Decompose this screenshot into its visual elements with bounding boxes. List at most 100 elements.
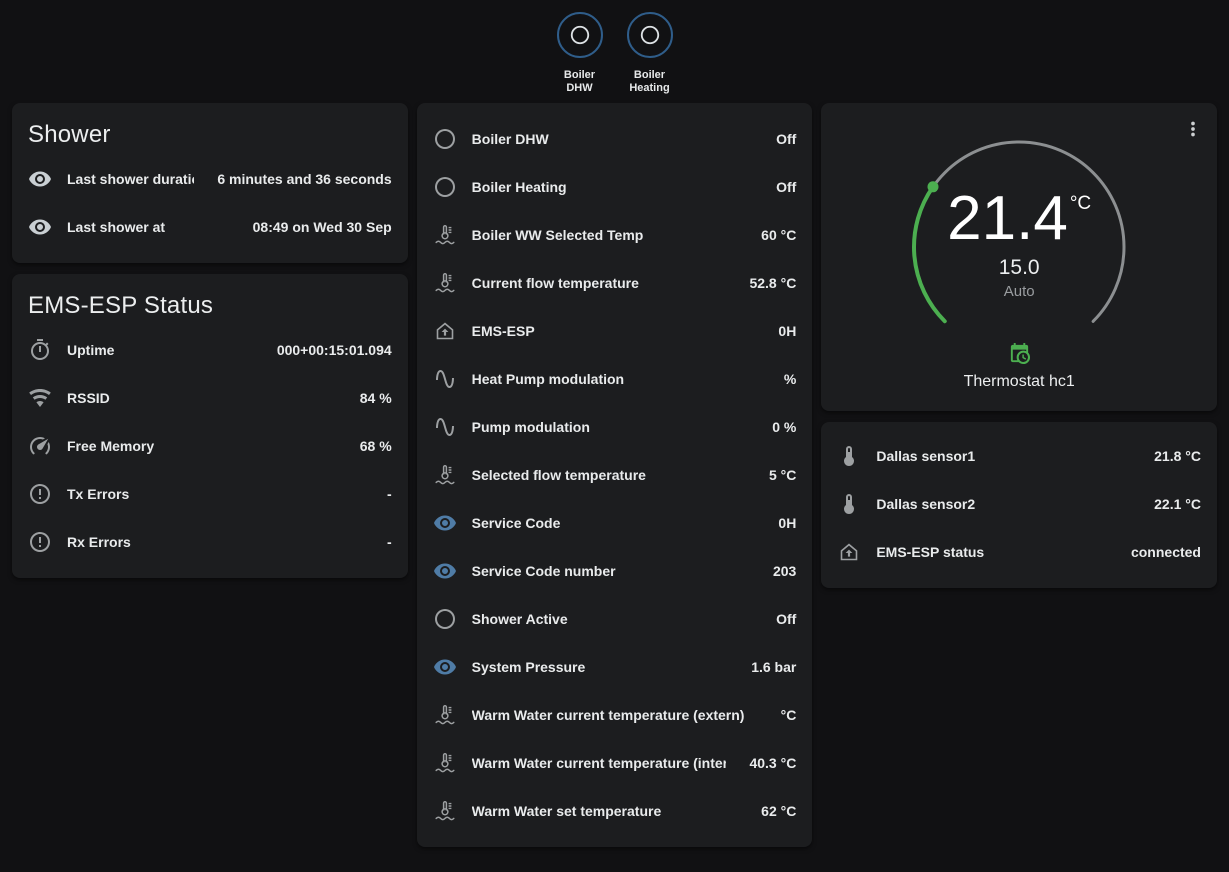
entity-row-ww-current-temp-intern[interactable]: Warm Water current temperature (intern) … — [433, 739, 797, 787]
entity-row-rx-errors[interactable]: Rx Errors - — [28, 518, 392, 566]
entity-value: - — [387, 486, 392, 502]
thermostat-card: 21.4 °C 15.0 Auto Thermostat hc1 — [821, 103, 1217, 411]
thermostat-gauge[interactable]: 21.4 °C 15.0 Auto — [901, 129, 1137, 370]
entity-label: EMS-ESP — [472, 323, 756, 339]
entity-value: 08:49 on Wed 30 Sep — [253, 219, 392, 235]
entity-value: 6 minutes and 36 seconds — [217, 171, 391, 187]
entity-row-tx-errors[interactable]: Tx Errors - — [28, 470, 392, 518]
circle-outline-icon — [627, 12, 673, 58]
thermometer-water-icon — [433, 799, 457, 823]
entity-label: Service Code — [472, 515, 756, 531]
entity-value: 52.8 °C — [749, 275, 796, 291]
entity-label: Free Memory — [67, 438, 337, 454]
entity-label: Pump modulation — [472, 419, 750, 435]
entity-value: 60 °C — [761, 227, 796, 243]
gauge-icon — [28, 434, 52, 458]
entity-label: Current flow temperature — [472, 275, 727, 291]
entity-value: 62 °C — [761, 803, 796, 819]
entity-row-pump-modulation[interactable]: Pump modulation 0 % — [433, 403, 797, 451]
boiler-heating-button[interactable]: Boiler Heating — [621, 12, 679, 95]
boiler-dhw-button[interactable]: Boiler DHW — [551, 12, 609, 95]
thermometer-icon — [837, 492, 861, 516]
eye-icon — [28, 167, 52, 191]
entity-row-boiler-ww-selected-temp[interactable]: Boiler WW Selected Temp 60 °C — [433, 211, 797, 259]
entity-value: 1.6 bar — [751, 659, 796, 675]
thermometer-water-icon — [433, 751, 457, 775]
entity-row-boiler-heating[interactable]: Boiler Heating Off — [433, 163, 797, 211]
entity-row-service-code[interactable]: Service Code 0H — [433, 499, 797, 547]
dashboard-grid: Shower Last shower duration 6 minutes an… — [12, 103, 1217, 847]
thermostat-menu-button[interactable] — [1175, 111, 1211, 147]
circle-outline-icon — [433, 607, 457, 631]
entity-row-heat-pump-modulation[interactable]: Heat Pump modulation % — [433, 355, 797, 403]
thermometer-water-icon — [433, 223, 457, 247]
dashboard: Boiler DHW Boiler Heating Shower Last sh… — [0, 0, 1229, 847]
entity-row-current-flow-temperature[interactable]: Current flow temperature 52.8 °C — [433, 259, 797, 307]
entity-label: Selected flow temperature — [472, 467, 746, 483]
entity-row-dallas-sensor2[interactable]: Dallas sensor2 22.1 °C — [837, 480, 1201, 528]
entity-label: Rx Errors — [67, 534, 364, 550]
entity-row-free-memory[interactable]: Free Memory 68 % — [28, 422, 392, 470]
entity-value: connected — [1131, 544, 1201, 560]
shower-card-title: Shower — [28, 111, 392, 155]
dial-track — [901, 129, 1137, 365]
entity-value: 203 — [773, 563, 796, 579]
home-export-icon — [433, 319, 457, 343]
entity-row-ems-esp[interactable]: EMS-ESP 0H — [433, 307, 797, 355]
entity-value: 0H — [778, 323, 796, 339]
thermometer-water-icon — [433, 703, 457, 727]
entity-value: - — [387, 534, 392, 550]
home-export-icon — [837, 540, 861, 564]
entity-row-ww-set-temperature[interactable]: Warm Water set temperature 62 °C — [433, 787, 797, 835]
boiler-entities-card: Boiler DHW Off Boiler Heating Off Boiler… — [417, 103, 813, 847]
entity-row-last-shower-at[interactable]: Last shower at 08:49 on Wed 30 Sep — [28, 203, 392, 251]
entity-label: Boiler DHW — [472, 131, 753, 147]
thermostat-name: Thermostat hc1 — [964, 373, 1075, 391]
eye-icon — [433, 655, 457, 679]
ems-esp-status-card: EMS-ESP Status Uptime 000+00:15:01.094 R… — [12, 274, 408, 578]
entity-row-rssid[interactable]: RSSID 84 % — [28, 374, 392, 422]
entity-value: Off — [776, 179, 796, 195]
entity-value: 84 % — [360, 390, 392, 406]
entity-value: 22.1 °C — [1154, 496, 1201, 512]
entity-label: Heat Pump modulation — [472, 371, 761, 387]
shower-card: Shower Last shower duration 6 minutes an… — [12, 103, 408, 263]
entity-row-ww-current-temp-extern[interactable]: Warm Water current temperature (extern) … — [433, 691, 797, 739]
entity-row-ems-esp-status[interactable]: EMS-ESP status connected — [837, 528, 1201, 576]
wifi-icon — [28, 386, 52, 410]
entity-label: RSSID — [67, 390, 337, 406]
entity-label: Dallas sensor2 — [876, 496, 1131, 512]
eye-icon — [433, 511, 457, 535]
entity-label: Dallas sensor1 — [876, 448, 1131, 464]
entity-row-uptime[interactable]: Uptime 000+00:15:01.094 — [28, 326, 392, 374]
entity-row-last-shower-duration[interactable]: Last shower duration 6 minutes and 36 se… — [28, 155, 392, 203]
sine-wave-icon — [433, 415, 457, 439]
middle-column: Boiler DHW Off Boiler Heating Off Boiler… — [417, 103, 813, 847]
circle-outline-icon — [433, 175, 457, 199]
circle-outline-icon — [433, 127, 457, 151]
entity-label: EMS-ESP status — [876, 544, 1108, 560]
entity-row-system-pressure[interactable]: System Pressure 1.6 bar — [433, 643, 797, 691]
entity-label: Warm Water set temperature — [472, 803, 739, 819]
boiler-dhw-label: Boiler DHW — [564, 69, 595, 95]
entity-value: °C — [781, 707, 797, 723]
entity-value: Off — [776, 611, 796, 627]
entity-value: 40.3 °C — [749, 755, 796, 771]
entity-label: Last shower duration — [67, 171, 194, 187]
left-column: Shower Last shower duration 6 minutes an… — [12, 103, 408, 578]
alert-circle-icon — [28, 482, 52, 506]
thermostat-dial[interactable] — [901, 129, 1137, 365]
dial-setpoint-handle[interactable] — [928, 181, 939, 192]
entity-label: Service Code number — [472, 563, 750, 579]
dots-vertical-icon — [1182, 118, 1204, 140]
right-column: 21.4 °C 15.0 Auto Thermostat hc1 Dallas … — [821, 103, 1217, 588]
dial-heat-arc — [901, 129, 1137, 365]
entity-row-dallas-sensor1[interactable]: Dallas sensor1 21.8 °C — [837, 432, 1201, 480]
entity-row-shower-active[interactable]: Shower Active Off — [433, 595, 797, 643]
sensors-card: Dallas sensor1 21.8 °C Dallas sensor2 22… — [821, 422, 1217, 588]
entity-value: 5 °C — [769, 467, 796, 483]
entity-row-selected-flow-temperature[interactable]: Selected flow temperature 5 °C — [433, 451, 797, 499]
entity-label: Uptime — [67, 342, 254, 358]
entity-row-boiler-dhw[interactable]: Boiler DHW Off — [433, 115, 797, 163]
entity-row-service-code-number[interactable]: Service Code number 203 — [433, 547, 797, 595]
